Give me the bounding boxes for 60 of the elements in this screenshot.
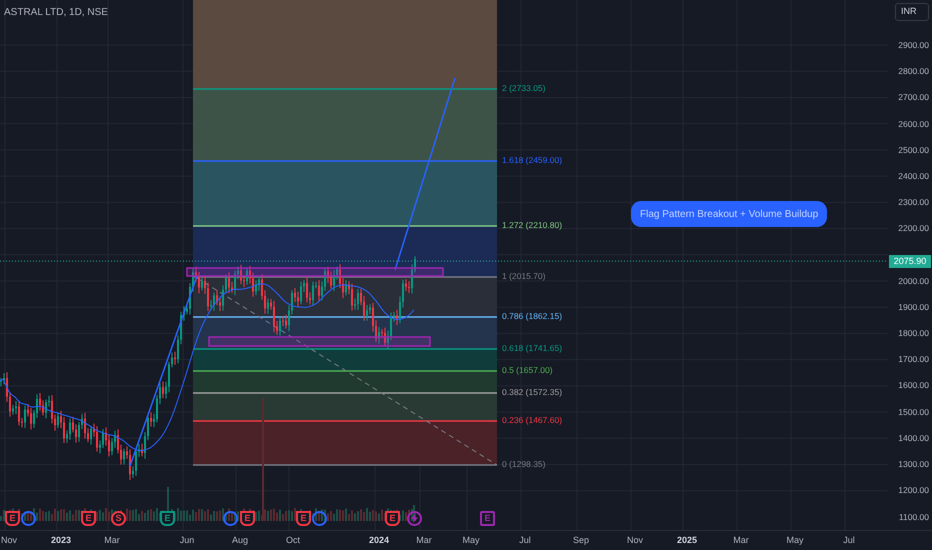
fib-level-label: 0.236 (1467.60)	[502, 414, 562, 427]
price-tick-label: 2400.00	[898, 170, 929, 183]
fib-level-label: 0.382 (1572.35)	[502, 386, 562, 399]
time-tick-label: 2025	[676, 534, 698, 547]
time-tick-label: Jun	[180, 534, 194, 547]
price-tick-label: 2000.00	[898, 275, 929, 288]
time-tick-label: Nov	[1, 534, 17, 547]
time-tick-label: May	[786, 534, 804, 547]
last-price-tag: 2075.90	[889, 255, 931, 268]
fib-level-label: 0.786 (1862.15)	[502, 310, 562, 323]
fib-level-label: 0 (1298.35)	[502, 458, 546, 471]
dividend-marker-icon[interactable]	[312, 511, 327, 526]
chart-title: ASTRAL LTD, 1D, NSE	[4, 6, 108, 20]
time-tick-label: Nov	[627, 534, 643, 547]
price-tick-label: 1600.00	[898, 379, 929, 392]
lightning-marker-icon[interactable]	[407, 511, 422, 526]
price-tick-label: 1900.00	[898, 301, 929, 314]
earnings-marker[interactable]: E	[240, 511, 255, 526]
time-tick-label: May	[462, 534, 480, 547]
time-tick-label: Oct	[286, 534, 300, 547]
dividend-marker-icon[interactable]	[223, 511, 238, 526]
time-tick-label: 2023	[50, 534, 72, 547]
time-tick-label: Mar	[733, 534, 749, 547]
fib-level-label: 1.272 (2210.80)	[502, 219, 562, 232]
time-tick-label: Jul	[843, 534, 855, 547]
price-tick-label: 2800.00	[898, 65, 929, 78]
price-tick-label: 2300.00	[898, 196, 929, 209]
price-tick-label: 1300.00	[898, 458, 929, 471]
earnings-marker[interactable]: E	[160, 511, 175, 526]
time-tick-label: 2024	[368, 534, 390, 547]
price-tick-label: 1500.00	[898, 406, 929, 419]
price-tick-label: 1200.00	[898, 484, 929, 497]
fib-level-label: 1.618 (2459.00)	[502, 154, 562, 167]
currency-button[interactable]: INR	[895, 3, 929, 21]
earnings-marker[interactable]: E	[480, 511, 495, 526]
split-marker[interactable]: S	[111, 511, 126, 526]
fib-level-label: 0.618 (1741.65)	[502, 342, 562, 355]
price-tick-label: 2700.00	[898, 91, 929, 104]
fib-level-label: 1 (2015.70)	[502, 270, 546, 283]
price-tick-label: 1400.00	[898, 432, 929, 445]
earnings-marker[interactable]: E	[5, 511, 20, 526]
fib-level-label: 0.5 (1657.00)	[502, 364, 553, 377]
annotation-callout: Flag Pattern Breakout + Volume Buildup	[631, 201, 828, 227]
price-tick-label: 1100.00	[898, 511, 929, 524]
price-tick-label: 1800.00	[898, 327, 929, 340]
time-tick-label: Jul	[519, 534, 531, 547]
dividend-marker-icon[interactable]	[21, 511, 36, 526]
time-tick-label: Sep	[573, 534, 589, 547]
fib-level-label: 2 (2733.05)	[502, 82, 546, 95]
earnings-marker[interactable]: E	[81, 511, 96, 526]
time-tick-label: Mar	[416, 534, 432, 547]
price-tick-label: 2900.00	[898, 39, 929, 52]
earnings-marker[interactable]: E	[296, 511, 311, 526]
price-tick-label: 2600.00	[898, 118, 929, 131]
time-tick-label: Mar	[104, 534, 120, 547]
time-tick-label: Aug	[232, 534, 248, 547]
price-tick-label: 1700.00	[898, 353, 929, 366]
price-tick-label: 2200.00	[898, 222, 929, 235]
price-tick-label: 2500.00	[898, 144, 929, 157]
earnings-marker[interactable]: E	[385, 511, 400, 526]
